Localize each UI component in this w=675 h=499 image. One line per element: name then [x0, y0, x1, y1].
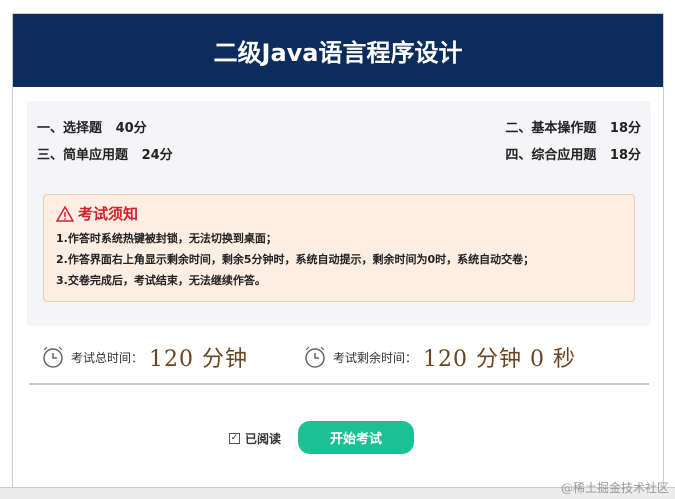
- score-item: 二、基本操作题 18分: [505, 121, 641, 136]
- notice-title: 考试须知: [78, 205, 139, 223]
- remaining-time-value: 120 分钟 0 秒: [423, 347, 576, 372]
- watermark: @稀土掘金技术社区: [560, 481, 669, 495]
- read-checkbox[interactable]: ✓ 已阅读: [229, 430, 281, 447]
- notice-line: 2.作答界面右上角显示剩余时间，剩余5分钟时，系统自动提示，剩余时间为0时，系统…: [56, 253, 535, 266]
- warning-icon: [56, 205, 74, 222]
- checkbox-checked-icon[interactable]: ✓: [229, 433, 240, 444]
- remaining-time: 考试剩余时间： 120 分钟 0 秒: [303, 341, 576, 373]
- score-item: 一、选择题 40分: [37, 121, 147, 136]
- notice-line: 1.作答时系统热键被封锁，无法切换到桌面；: [56, 232, 277, 245]
- score-item: 三、简单应用题 24分: [37, 148, 173, 163]
- exam-window: 二级Java语言程序设计 一、选择题 40分 二、基本操作题 18分 三、简单应…: [12, 13, 664, 487]
- exam-info-panel: 一、选择题 40分 二、基本操作题 18分 三、简单应用题 24分 四、综合应用…: [27, 101, 651, 326]
- page-title: 二级Java语言程序设计: [13, 14, 663, 87]
- score-item: 四、综合应用题 18分: [505, 148, 641, 163]
- read-label: 已阅读: [245, 432, 282, 446]
- alarm-clock-icon: [43, 346, 63, 368]
- exam-notice: 考试须知 1.作答时系统热键被封锁，无法切换到桌面； 2.作答界面右上角显示剩余…: [43, 194, 635, 302]
- remaining-time-label: 考试剩余时间：: [333, 350, 418, 365]
- notice-line: 3.交卷完成后，考试结束，无法继续作答。: [56, 274, 266, 287]
- divider: [29, 383, 649, 385]
- total-time: 考试总时间： 120 分钟: [41, 341, 248, 373]
- total-time-value: 120 分钟: [149, 347, 249, 372]
- alarm-clock-icon: [305, 346, 325, 368]
- start-exam-button[interactable]: 开始考试: [298, 421, 414, 454]
- total-time-label: 考试总时间：: [71, 350, 144, 365]
